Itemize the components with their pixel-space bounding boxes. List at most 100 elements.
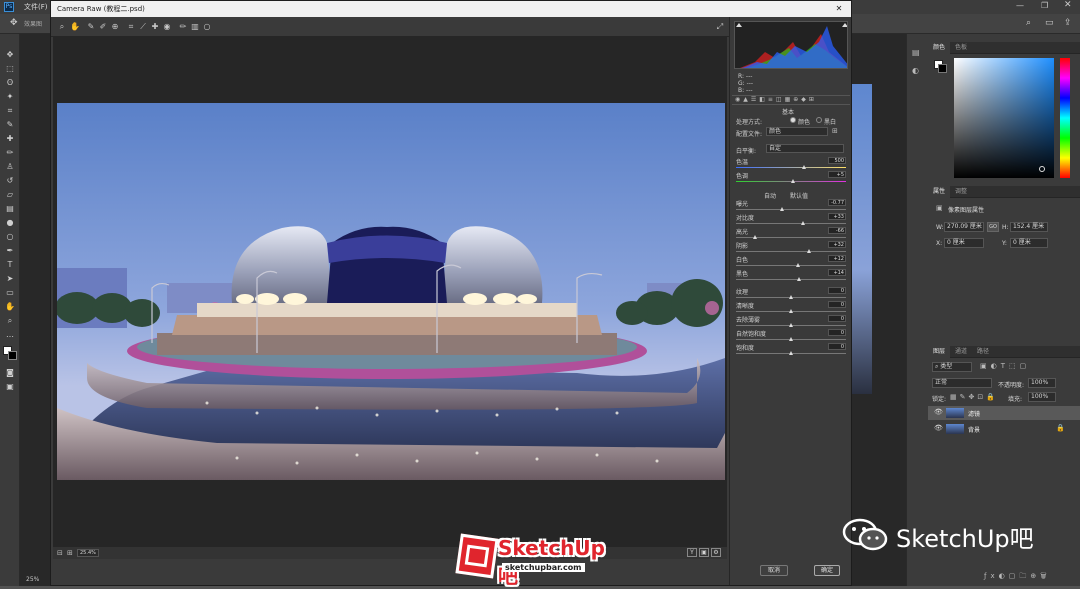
hand-tool-icon[interactable]: ✋ xyxy=(70,22,80,32)
cr-close-icon[interactable]: ✕ xyxy=(827,1,851,17)
layers-footer-icons[interactable]: ƒx◐▢🗀⊕🗑 xyxy=(984,572,1051,583)
layer-row-filter[interactable]: 👁 滤镜 xyxy=(928,406,1080,420)
history-icon[interactable]: ▤ xyxy=(912,48,920,57)
slider-value-field[interactable]: 0 xyxy=(828,287,846,294)
radio-bw[interactable] xyxy=(816,117,822,123)
lasso-icon[interactable]: ʘ xyxy=(4,78,16,88)
slider-value-field[interactable]: 0 xyxy=(828,329,846,336)
graduated-filter-icon[interactable]: ▥ xyxy=(190,22,200,32)
targeted-adjust-icon[interactable]: ⊕ xyxy=(110,22,120,32)
shadow-clip-icon[interactable] xyxy=(736,23,742,27)
color-picker-ring[interactable] xyxy=(1039,166,1045,172)
highlight-clip-icon[interactable] xyxy=(842,23,847,27)
more-tools-icon[interactable]: … xyxy=(4,330,16,340)
view-mode-icon[interactable]: Y xyxy=(687,548,697,557)
gradient-icon[interactable]: ▤ xyxy=(4,204,16,214)
slider-value-field[interactable]: +14 xyxy=(828,269,846,276)
zoom-out-icon[interactable]: ⊟ xyxy=(57,547,63,559)
slider-value-field[interactable]: +33 xyxy=(828,213,846,220)
slider-thumb[interactable] xyxy=(752,235,757,239)
type-icon[interactable]: T xyxy=(4,260,16,270)
tab-document[interactable]: 效果图 xyxy=(24,19,42,28)
slider-value-field[interactable]: 500 xyxy=(828,157,846,164)
bg-swatch[interactable] xyxy=(938,64,947,73)
zoom-tool-icon[interactable]: ⌕ xyxy=(57,22,67,32)
slider-thumb[interactable] xyxy=(789,337,793,341)
slider-value-field[interactable]: 0 xyxy=(828,315,846,322)
treatment-bw[interactable]: 黑白 xyxy=(824,117,836,126)
spot-removal-icon[interactable]: ✚ xyxy=(150,22,160,32)
crop-tool-icon[interactable]: ⌗ xyxy=(126,22,136,32)
slider-track[interactable] xyxy=(736,265,846,266)
cancel-button[interactable]: 取消 xyxy=(760,565,788,576)
zoom-in-icon[interactable]: ⊞ xyxy=(67,547,73,559)
opacity-field[interactable]: 100% xyxy=(1028,378,1056,388)
slider-value-field[interactable]: +12 xyxy=(828,255,846,262)
radio-color[interactable] xyxy=(790,117,796,123)
slider-thumb[interactable] xyxy=(789,351,793,355)
color-field[interactable] xyxy=(954,58,1054,178)
layer-filter-select[interactable]: ⌕ 类型 xyxy=(932,362,972,372)
search-icon[interactable]: ⌕ xyxy=(1026,18,1031,28)
profile-browser-icon[interactable]: ⊞ xyxy=(832,127,838,135)
slider-value-field[interactable]: +5 xyxy=(828,171,846,178)
blur-icon[interactable]: ● xyxy=(4,218,16,228)
height-field[interactable]: 152.4 厘米 xyxy=(1010,222,1048,232)
tab-channels[interactable]: 通道 xyxy=(950,346,972,358)
pen-icon[interactable]: ✒ xyxy=(4,246,16,256)
slider-value-field[interactable]: 0 xyxy=(828,301,846,308)
tab-layers[interactable]: 图层 xyxy=(928,346,951,358)
slider-thumb[interactable] xyxy=(789,309,793,313)
healing-icon[interactable]: ✚ xyxy=(4,134,16,144)
radial-filter-icon[interactable]: ○ xyxy=(202,22,212,32)
redeye-icon[interactable]: ◉ xyxy=(162,22,172,32)
slider-track[interactable] xyxy=(736,223,846,224)
slider-track[interactable] xyxy=(736,279,846,280)
eye-icon[interactable]: 👁 xyxy=(934,424,943,432)
shape-icon[interactable]: ▭ xyxy=(4,288,16,298)
x-field[interactable]: 0 厘米 xyxy=(944,238,984,248)
eye-icon[interactable]: 👁 xyxy=(934,408,943,416)
slider-thumb[interactable] xyxy=(789,323,793,327)
quick-mask-icon[interactable]: ◙ xyxy=(4,368,16,378)
layer-name[interactable]: 滤镜 xyxy=(968,409,980,418)
slider-track[interactable] xyxy=(736,209,846,210)
before-after-icon[interactable]: ▣ xyxy=(699,548,709,557)
tab-paths[interactable]: 路径 xyxy=(972,346,994,358)
slider-thumb[interactable] xyxy=(802,165,807,169)
hand-icon[interactable]: ✋ xyxy=(4,302,16,312)
close-icon[interactable]: ✕ xyxy=(1064,0,1072,10)
profile-select[interactable]: 颜色 xyxy=(766,127,828,136)
zoom-level[interactable]: 25.4% xyxy=(77,549,99,557)
width-field[interactable]: 270.09 厘米 xyxy=(944,222,984,232)
fill-field[interactable]: 100% xyxy=(1028,392,1056,402)
stamp-icon[interactable]: ♙ xyxy=(4,162,16,172)
slider-thumb[interactable] xyxy=(789,295,793,299)
wb-tool-icon[interactable]: ✎ xyxy=(86,22,96,32)
straighten-icon[interactable]: ⟋ xyxy=(138,22,148,32)
slider-value-field[interactable]: -66 xyxy=(828,227,846,234)
wb-select[interactable]: 自定 xyxy=(766,144,844,153)
path-select-icon[interactable]: ➤ xyxy=(4,274,16,284)
y-field[interactable]: 0 厘米 xyxy=(1010,238,1048,248)
background-color[interactable] xyxy=(8,351,17,360)
slider-thumb[interactable] xyxy=(795,263,800,267)
restore-icon[interactable]: ❐ xyxy=(1041,1,1048,10)
fullscreen-icon[interactable]: ⤢ xyxy=(715,22,725,32)
link-icon[interactable]: GO xyxy=(987,222,999,232)
slider-thumb[interactable] xyxy=(801,221,806,225)
layer-filter-icons[interactable]: ▣◐T⬚▢ xyxy=(980,362,1030,370)
zoom-icon[interactable]: ⌕ xyxy=(4,316,16,326)
marquee-icon[interactable]: ⬚ xyxy=(4,64,16,74)
slider-thumb[interactable] xyxy=(791,179,796,183)
eraser-icon[interactable]: ▱ xyxy=(4,190,16,200)
brush-icon[interactable]: ✏ xyxy=(4,148,16,158)
screen-mode-icon[interactable]: ▣ xyxy=(4,382,16,392)
magic-wand-icon[interactable]: ✦ xyxy=(4,92,16,102)
eyedropper-icon[interactable]: ✎ xyxy=(4,120,16,130)
layer-name[interactable]: 背景 xyxy=(968,425,980,434)
color-sampler-icon[interactable]: ✐ xyxy=(98,22,108,32)
dodge-icon[interactable]: ○ xyxy=(4,232,16,242)
settings-icon[interactable]: ⚙ xyxy=(711,548,721,557)
slider-thumb[interactable] xyxy=(806,249,811,253)
